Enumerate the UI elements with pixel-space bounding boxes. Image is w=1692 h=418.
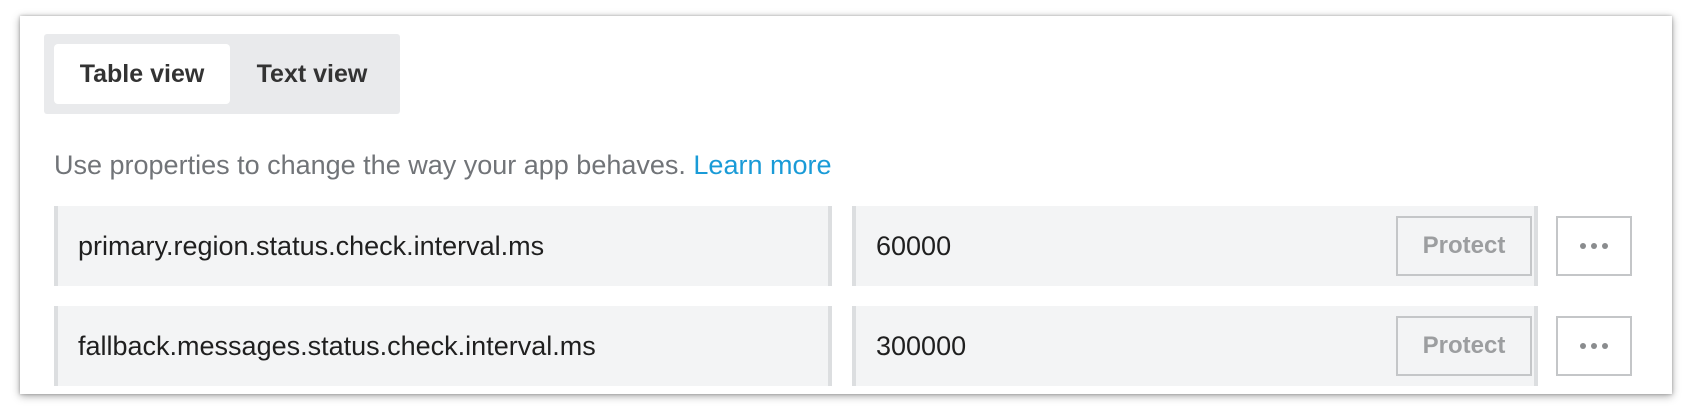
property-value-text[interactable]: 300000	[876, 306, 966, 386]
learn-more-link[interactable]: Learn more	[693, 150, 831, 180]
description-text: Use properties to change the way your ap…	[54, 150, 686, 180]
property-key-field[interactable]: primary.region.status.check.interval.ms	[54, 206, 832, 286]
property-value-field[interactable]: 60000 Protect	[852, 206, 1538, 286]
protect-button[interactable]: Protect	[1396, 216, 1532, 276]
property-value-text[interactable]: 60000	[876, 206, 951, 286]
property-value-field[interactable]: 300000 Protect	[852, 306, 1538, 386]
properties-description: Use properties to change the way your ap…	[54, 150, 831, 181]
property-row: fallback.messages.status.check.interval.…	[54, 306, 1654, 386]
ellipsis-icon	[1580, 243, 1608, 249]
more-options-button[interactable]	[1556, 316, 1632, 376]
protect-button[interactable]: Protect	[1396, 316, 1532, 376]
property-row: primary.region.status.check.interval.ms …	[54, 206, 1654, 286]
table-view-tab[interactable]: Table view	[54, 44, 230, 104]
property-key-field[interactable]: fallback.messages.status.check.interval.…	[54, 306, 832, 386]
more-options-button[interactable]	[1556, 216, 1632, 276]
properties-panel: Table view Text view Use properties to c…	[20, 16, 1672, 394]
view-toggle: Table view Text view	[44, 34, 400, 114]
ellipsis-icon	[1580, 343, 1608, 349]
text-view-tab[interactable]: Text view	[230, 44, 394, 104]
